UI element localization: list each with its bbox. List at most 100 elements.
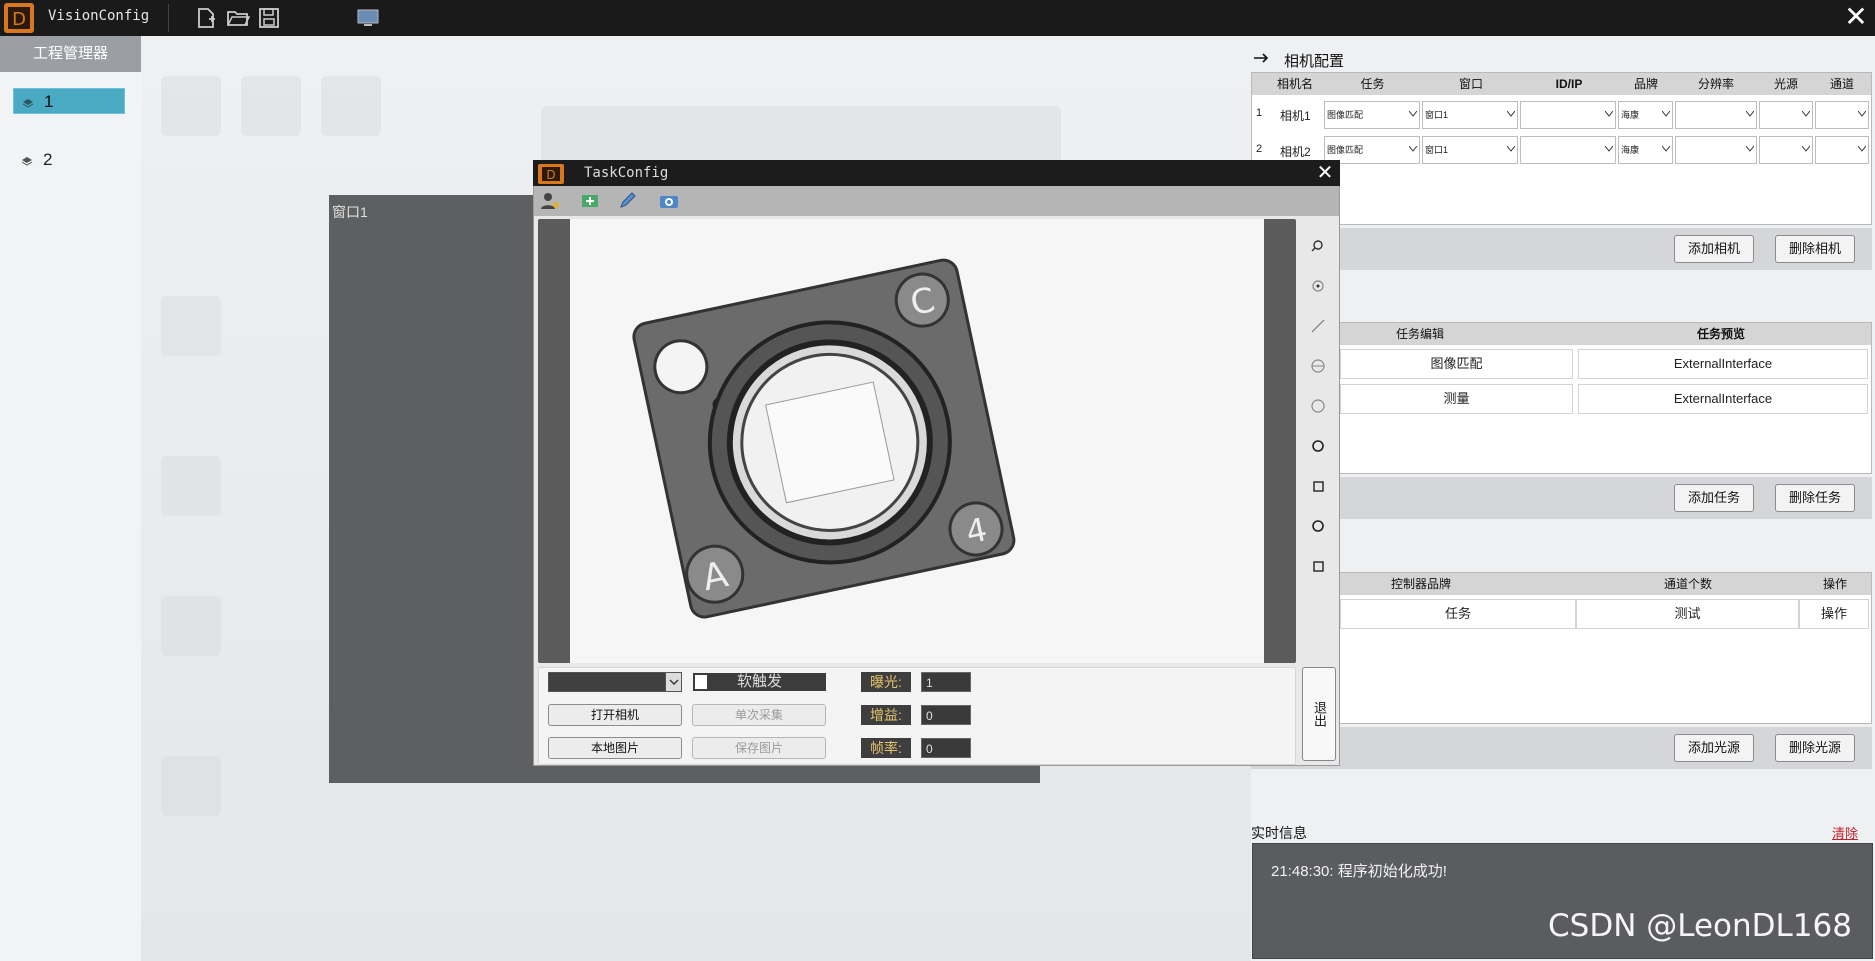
id-ip-select[interactable] [1520,101,1616,129]
camera-config-title: 相机配置 [1284,53,1345,70]
circle-line-icon[interactable] [1306,354,1330,378]
light-channel-cell[interactable]: 测试 [1576,599,1799,629]
chevron-down-icon [1605,146,1613,152]
chevron-down-icon [1507,111,1515,117]
task-edit-cell[interactable]: 测量 [1340,384,1573,414]
app-title: VisionConfig [48,8,150,24]
chevron-down-icon [1409,111,1417,117]
add-image-icon[interactable] [578,191,602,211]
log-title: 实时信息 [1251,825,1307,841]
rectangle-icon[interactable] [1306,474,1330,498]
chevron-down-icon [1662,146,1670,152]
chevron-down-icon [1409,146,1417,152]
task-select[interactable]: 图像匹配 [1324,101,1420,129]
open-camera-button[interactable]: 打开相机 [548,704,682,726]
exposure-spinbox[interactable]: 1 [921,672,971,692]
camera-icon[interactable] [657,191,681,211]
col-channel: 通道 [1829,77,1854,91]
chevron-down-icon [1802,146,1810,152]
col-controller-brand: 控制器品牌 [1390,577,1451,591]
camera-image[interactable]: C A 4 [570,219,1264,663]
project-item-1[interactable]: 1 [13,88,125,114]
single-capture-button[interactable]: 单次采集 [692,704,826,726]
window-select[interactable]: 窗口1 [1422,101,1518,129]
checkbox [695,675,707,689]
framerate-label: 帧率: [861,738,911,758]
close-app-button[interactable]: ✕ [1840,2,1872,34]
channel-select[interactable] [1815,101,1869,129]
project-panel [0,36,141,961]
watermark: CSDN @LeonDL168 [1548,908,1852,944]
chevron-down-icon [1858,146,1866,152]
edit-icon[interactable] [617,191,641,211]
ellipse-icon[interactable] [1306,514,1330,538]
rotated-rectangle-icon[interactable] [1306,554,1330,578]
circle-icon[interactable] [1306,434,1330,458]
framerate-spinbox[interactable]: 0 [921,738,971,758]
exit-button[interactable]: 退出 [1302,667,1336,761]
delete-camera-button[interactable]: 删除相机 [1775,235,1855,263]
chevron-down-icon [665,673,681,691]
camera-select[interactable] [548,672,682,692]
task-preview-cell[interactable]: ExternalInterface [1578,349,1868,379]
save-icon[interactable] [256,5,282,31]
light-operation-cell[interactable]: 操作 [1799,599,1869,629]
exposure-label: 曝光: [861,672,911,692]
chevron-down-icon [1746,111,1754,117]
col-id-ip: ID/IP [1555,77,1583,91]
toolbar-divider [168,4,169,32]
col-task: 任务 [1360,77,1385,91]
brand-select[interactable]: 海康 [1618,101,1673,129]
col-channel-count: 通道个数 [1663,577,1712,591]
user-icon[interactable] [538,191,562,211]
point-icon[interactable] [1306,274,1330,298]
col-camera-name: 相机名 [1276,77,1313,91]
channel-select[interactable] [1815,136,1869,164]
light-select[interactable] [1759,136,1813,164]
clear-log-link[interactable]: 清除 [1832,823,1858,842]
soft-trigger-label: 软触发 [736,673,782,690]
project-item-2[interactable]: 2 [13,147,125,173]
chevron-down-icon [1662,111,1670,117]
arc-icon[interactable] [1306,394,1330,418]
chevron-down-icon [1802,111,1810,117]
add-task-button[interactable]: 添加任务 [1674,484,1754,512]
light-select[interactable] [1759,101,1813,129]
close-dialog-button[interactable]: ✕ [1313,161,1337,185]
save-image-button[interactable]: 保存图片 [692,737,826,759]
add-camera-button[interactable]: 添加相机 [1674,235,1754,263]
row-index: 1 [1256,107,1263,119]
task-logo-icon: D [538,164,564,184]
task-edit-cell[interactable]: 图像匹配 [1340,349,1573,379]
log-line: 21:48:30: 程序初始化成功! [1271,863,1447,880]
gain-label: 增益: [861,705,911,725]
delete-light-button[interactable]: 删除光源 [1775,734,1855,762]
project-panel-header: 工程管理器 [0,36,141,72]
col-brand: 品牌 [1633,77,1658,91]
monitor-icon[interactable] [355,5,381,31]
light-brand-cell[interactable]: 任务 [1340,599,1576,629]
chevron-down-icon [1605,111,1613,117]
exposure-value: 1 [926,676,933,690]
task-dialog-title: TaskConfig [584,165,669,181]
zoom-icon[interactable] [1306,234,1330,258]
line-icon[interactable] [1306,314,1330,338]
brand-select[interactable]: 海康 [1618,136,1673,164]
task-preview-cell[interactable]: ExternalInterface [1578,384,1868,414]
add-light-button[interactable]: 添加光源 [1674,734,1754,762]
local-image-button[interactable]: 本地图片 [548,737,682,759]
task-select-value: 图像匹配 [1327,110,1364,120]
window-select-value: 窗口1 [1425,145,1449,155]
gain-spinbox[interactable]: 0 [921,705,971,725]
brand-select-value: 海康 [1621,145,1640,155]
soft-trigger-toggle[interactable]: 软触发 [693,673,826,691]
open-folder-icon[interactable] [225,5,251,31]
window-select[interactable]: 窗口1 [1422,136,1518,164]
delete-task-button[interactable]: 删除任务 [1775,484,1855,512]
id-ip-select[interactable] [1520,136,1616,164]
resolution-select[interactable] [1675,101,1757,129]
layers-icon [22,98,34,108]
resolution-select[interactable] [1675,136,1757,164]
project-item-label: 1 [44,92,54,111]
new-file-icon[interactable] [193,5,219,31]
